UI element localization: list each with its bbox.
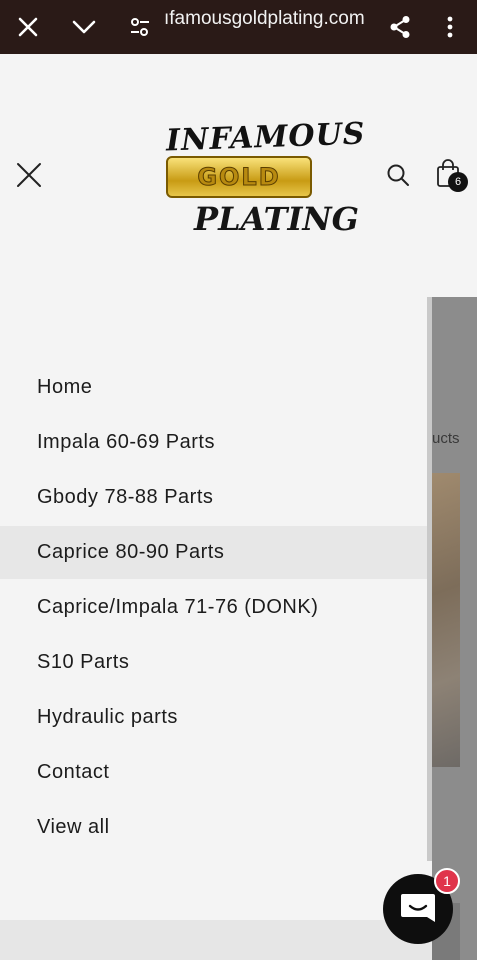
url-field[interactable]: ıfamousgoldplating.com <box>164 8 378 30</box>
logo-gold-badge: GOLD <box>166 156 312 198</box>
page-overlay[interactable]: ucts <box>432 297 477 960</box>
store-logo[interactable]: INFAMOUS GOLD PLATING <box>160 117 366 248</box>
logo-badge-text: GOLD <box>197 163 281 192</box>
search-icon <box>387 164 409 186</box>
chat-icon <box>401 894 435 922</box>
menu-item-hydraulic[interactable]: Hydraulic parts <box>0 691 432 744</box>
more-vert-icon[interactable] <box>430 0 470 54</box>
search-button[interactable] <box>382 158 414 192</box>
menu-item-caprice-80-90[interactable]: Caprice 80-90 Parts <box>0 526 432 579</box>
close-icon[interactable] <box>8 0 48 54</box>
cart-button[interactable]: 6 <box>432 154 472 196</box>
menu-item-gbody-78-88[interactable]: Gbody 78-88 Parts <box>0 471 432 524</box>
background-heading-fragment: ucts <box>432 430 460 447</box>
menu-item-view-all[interactable]: View all <box>0 801 432 854</box>
close-icon <box>17 163 41 187</box>
site-settings-icon[interactable] <box>120 0 160 54</box>
menu-item-caprice-impala-donk[interactable]: Caprice/Impala 71-76 (DONK) <box>0 581 432 634</box>
logo-line1: INFAMOUS <box>165 116 367 159</box>
page: INFAMOUS GOLD PLATING 6 Home Impala 60-6… <box>0 54 477 960</box>
menu-item-impala-60-69[interactable]: Impala 60-69 Parts <box>0 416 432 469</box>
chat-unread-badge: 1 <box>434 868 460 894</box>
drawer-footer <box>0 920 432 960</box>
menu-drawer: Home Impala 60-69 Parts Gbody 78-88 Part… <box>0 298 432 920</box>
background-product-image <box>432 473 460 767</box>
menu-item-s10[interactable]: S10 Parts <box>0 636 432 689</box>
cart-count-badge: 6 <box>448 172 468 192</box>
logo-line3: PLATING <box>194 200 359 238</box>
browser-toolbar: ıfamousgoldplating.com <box>0 0 477 54</box>
menu-item-contact[interactable]: Contact <box>0 746 432 799</box>
menu-item-home[interactable]: Home <box>0 361 432 414</box>
menu-close-button[interactable] <box>12 158 46 192</box>
chevron-down-icon[interactable] <box>64 0 104 54</box>
share-icon[interactable] <box>380 0 420 54</box>
